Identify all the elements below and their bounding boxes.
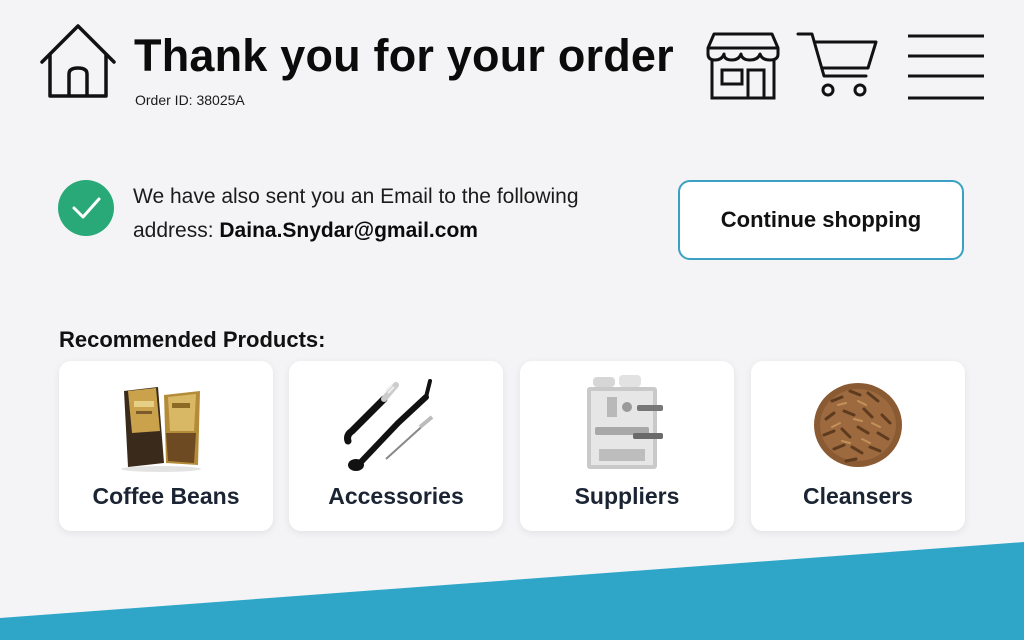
recommended-heading: Recommended Products:	[59, 327, 326, 352]
menu-button[interactable]	[906, 32, 986, 102]
home-icon	[40, 24, 116, 98]
product-label: Cleansers	[803, 483, 913, 509]
product-label: Coffee Beans	[92, 483, 240, 509]
product-card-cleansers[interactable]: Cleansers	[751, 361, 965, 531]
coffee-bag-icon	[121, 387, 201, 472]
product-card-accessories[interactable]: Accessories	[289, 361, 503, 531]
hamburger-menu-icon	[908, 34, 984, 100]
shopping-cart-icon	[796, 32, 878, 97]
cart-button[interactable]	[796, 28, 880, 100]
continue-shopping-button[interactable]: Continue shopping	[678, 180, 964, 260]
order-id: Order ID: 38025A	[135, 92, 245, 108]
checkmark-icon	[72, 197, 101, 219]
store-button[interactable]	[704, 30, 782, 102]
success-badge	[58, 180, 114, 236]
product-label: Suppliers	[574, 483, 680, 509]
product-card-suppliers[interactable]: Suppliers	[520, 361, 734, 531]
store-icon	[706, 32, 780, 100]
page-title: Thank you for your order	[134, 30, 674, 81]
product-label: Accessories	[328, 483, 464, 509]
brush-spoon-icon	[344, 379, 434, 471]
home-button[interactable]	[38, 22, 118, 100]
product-card-coffee-beans[interactable]: Coffee Beans	[59, 361, 273, 531]
pellets-icon	[814, 383, 902, 467]
espresso-machine-icon	[587, 375, 663, 469]
footer-wave-band	[0, 542, 1024, 640]
email-confirmation-message: We have also sent you an Email to the fo…	[133, 180, 653, 248]
email-address: Daina.Snydar@gmail.com	[219, 219, 478, 242]
